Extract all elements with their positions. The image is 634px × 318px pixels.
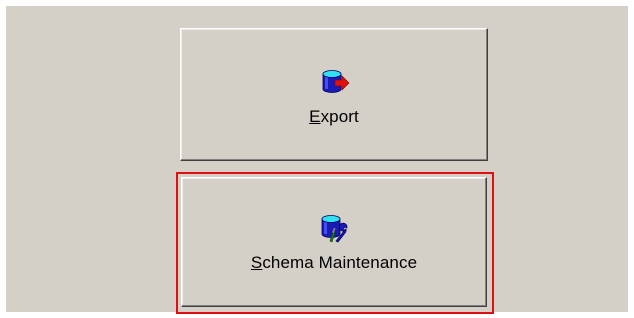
schema-maintenance-button[interactable]: Schema Maintenance	[181, 177, 487, 307]
export-label: Export	[309, 107, 359, 126]
dialog-panel: Export Schema Maintenance	[6, 6, 628, 314]
export-button[interactable]: Export	[180, 28, 488, 161]
database-wrench-icon	[321, 215, 348, 243]
schema-maintenance-label: Schema Maintenance	[250, 253, 418, 272]
database-export-icon	[322, 70, 350, 93]
